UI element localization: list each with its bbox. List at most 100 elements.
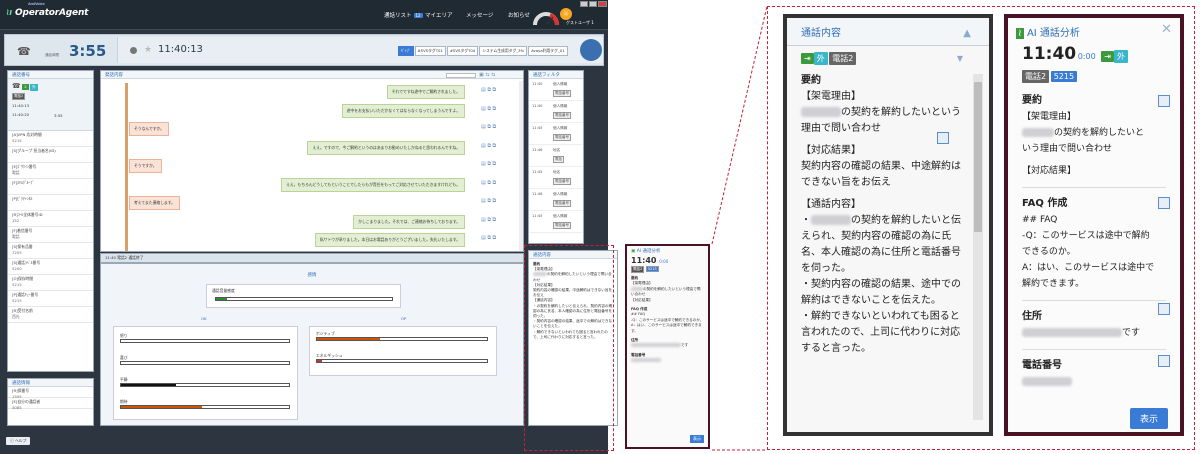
- filter-item[interactable]: 11:45 地名 電話番号: [529, 167, 583, 189]
- close-window-button[interactable]: [598, 1, 607, 7]
- nav-notices[interactable]: お知らせ: [508, 11, 530, 19]
- summary-scrollbar[interactable]: [973, 74, 983, 420]
- emotion-title: 感情: [307, 273, 317, 278]
- copy-faq-icon[interactable]: [1158, 197, 1170, 209]
- copy-summary-icon[interactable]: [1158, 95, 1170, 107]
- emotion-bar: [120, 339, 290, 343]
- record-icon[interactable]: [130, 47, 137, 54]
- op-label: OP: [401, 316, 407, 321]
- star-icon[interactable]: ★: [144, 45, 152, 55]
- field-row: [F]着信番号 電話: [8, 227, 93, 243]
- message-action-icons[interactable]: ▤ ⧉ ⧉: [481, 198, 496, 204]
- tag-item[interactable]: #SVSタグT01: [414, 46, 446, 56]
- minimize-button[interactable]: [580, 1, 588, 7]
- message-action-icons[interactable]: ▤ ⧉ ⧉: [481, 106, 496, 112]
- call-level-bar: [215, 297, 393, 301]
- message-action-icons[interactable]: ▤ ⧉ ⧉: [481, 235, 496, 241]
- ok-label: OK: [201, 316, 207, 321]
- top-bar: ≀ı OperatorAgent AmiVoice 通話リスト 12 マイエリア …: [0, 0, 608, 30]
- start-time: 11:40:13: [12, 103, 30, 108]
- transcript-panel: 発話内容 ▣ ⇆ ⇆ それでですね途中でご解約されました。 ▤ ⧉ ⧉ 途中をお支払…: [100, 70, 524, 252]
- user-name[interactable]: ゲストユーザ 1: [566, 20, 594, 26]
- dropdown-icon[interactable]: ▼: [957, 54, 963, 63]
- detail-row: [E]自分の通話者 4085: [8, 398, 93, 410]
- call-summary-card[interactable]: ☎ 2 外 電話2 11:40:13 3:55 11:40:20: [8, 79, 93, 131]
- customer-message: そうなんですか。: [129, 122, 170, 136]
- detail-row: [R]保番号 1555: [8, 387, 93, 399]
- message-action-icons[interactable]: ▤ ⧉ ⧉: [481, 87, 496, 93]
- caller-badge: 電話2: [1022, 70, 1050, 83]
- call-detail-title: 通話情報: [8, 379, 93, 387]
- emotion-bar: [120, 361, 290, 365]
- transcript-tool-icons[interactable]: ▣ ⇆ ⇆: [479, 72, 495, 78]
- transcript-scrollbar[interactable]: [519, 81, 523, 251]
- filter-item[interactable]: 11:40 個人情報 電話番号: [529, 79, 583, 101]
- zoom-connector: [711, 5, 768, 451]
- field-row: [F]ｽｷﾙｸﾞﾙｰﾌﾟ: [8, 179, 93, 195]
- emotion-right-box: ポジティブ エネルギッシュ: [309, 326, 497, 376]
- help-button[interactable]: ⓘ ヘルプ: [6, 437, 31, 445]
- nav-my-area[interactable]: マイエリア: [425, 11, 452, 19]
- message-action-icons[interactable]: ▤ ⧉ ⧉: [481, 180, 496, 186]
- copy-address-icon[interactable]: [1158, 303, 1170, 315]
- tag-item[interactable]: #SVSタグT04: [446, 46, 479, 56]
- ai-panel-large: ≀ AI 通話分析 ✕ 11:40 0:00 ⇥ 外 電話2 5215 要約 【架電…: [1004, 14, 1184, 436]
- operator-message: ええ。もちろんどうしてもということでしたらもが責任をもってご対応させていただきま…: [281, 177, 465, 192]
- copy-icon[interactable]: [937, 132, 949, 144]
- message-action-icons[interactable]: ▤ ⧉ ⧉: [481, 161, 496, 167]
- customer-message: 考えてまた連絡します。: [129, 196, 181, 210]
- stress-gauge-icon: [533, 12, 559, 26]
- field-row: [S]グループ 担当者名(ID): [8, 147, 93, 163]
- filter-item[interactable]: 11:40 個人情報 電話番号: [529, 101, 583, 123]
- show-button[interactable]: 表示: [1130, 408, 1169, 429]
- call-level-label: 通話音量感度: [212, 288, 235, 293]
- emotion-bar: [316, 359, 488, 363]
- field-row: [R]ｺｰﾙ全体番号ID 152: [8, 211, 93, 227]
- field-row: [P]ﾋﾟｸﾁｬﾝﾈﾙ: [8, 195, 93, 211]
- filter-item[interactable]: 11:46 個人情報 電話番号: [529, 189, 583, 211]
- id-badge: 5215: [1050, 71, 1078, 82]
- summary-large-body: ⇥ 外 電話2 ▼ 要約 【架電理由】 の契約を解約したいという理由で問い合わせ 【…: [801, 52, 963, 354]
- tag-item[interactable]: システム生成用タグ_3%: [479, 46, 528, 56]
- close-icon[interactable]: ✕: [1161, 22, 1172, 37]
- filter-item[interactable]: 11:45 個人情報 電話番号: [529, 211, 583, 233]
- field-row: [S]通話ﾗﾍﾞﾙ番号 5200: [8, 259, 93, 275]
- direction-badge: ⇥: [801, 53, 814, 64]
- weather-sun-icon: ☼: [560, 8, 572, 20]
- tag-item[interactable]: Avaya利用タグ_01: [528, 46, 568, 56]
- emotion-bar: [120, 383, 290, 387]
- elapsed-time: 3:55: [69, 42, 107, 60]
- filter-item[interactable]: 11:45 個人情報 電話番号: [529, 123, 583, 145]
- emotion-bar: [316, 337, 488, 341]
- nav-call-list[interactable]: 通話リスト 12: [384, 11, 423, 19]
- tag-item[interactable]: ｷﾞｬﾌﾞ: [398, 46, 414, 56]
- field-row: [P]通話ｷｭｰ番号 5215: [8, 291, 93, 307]
- copy-phone-icon[interactable]: [1158, 355, 1170, 367]
- customer-message: そうですか。: [129, 159, 162, 173]
- summary-large-title: 通話内容 ▲: [787, 18, 989, 46]
- ai-large-header: 11:40 0:00 ⇥ 外: [1008, 40, 1180, 68]
- call-detail-panel: 通話情報 [R]保番号 1555 [E]自分の通話者 4085: [7, 378, 94, 426]
- voice-wave-icon[interactable]: [580, 39, 602, 61]
- emotion-panel: 感情 通話音量感度 OK OP 怒り 喜び 平静 期待 ポジティブ エネルギッシュ: [100, 263, 524, 426]
- app-window: ≀ı OperatorAgent AmiVoice 通話リスト 12 マイエリア …: [0, 0, 618, 454]
- call-info-title: 通話番号: [8, 71, 93, 79]
- field-row: [E]ｺﾞｻｸｲﾝ番号 電話: [8, 163, 93, 179]
- message-action-icons[interactable]: ▤ ⧉ ⧉: [481, 143, 496, 149]
- message-action-icons[interactable]: ▤ ⧉ ⧉: [481, 124, 496, 130]
- ai-icon: ≀: [1016, 28, 1024, 39]
- maximize-button[interactable]: [589, 1, 597, 7]
- filter-title: 通話フィルタ: [529, 71, 583, 79]
- operator-message: それでですね途中でご解約されました。: [386, 85, 465, 99]
- tag-list: ｷﾞｬﾌﾞ #SVSタグT01 #SVSタグT04 システム生成用タグ_3% Avaya…: [398, 46, 569, 56]
- filter-item[interactable]: 11:46 地名 電話: [529, 145, 583, 167]
- operator-message: 私サトウが承りました。本日はお電話ありがとうございました。失礼いたします。: [314, 233, 465, 247]
- message-action-icons[interactable]: ▤ ⧉ ⧉: [481, 217, 496, 223]
- speaker-timeline: [125, 83, 128, 251]
- call-bar: ☎ 通話時間 3:55 ★ 11:40:13 ｷﾞｬﾌﾞ #SVSタグT01 #SV…: [4, 34, 604, 66]
- emotion-left-box: 怒り 喜び 平静 期待: [113, 326, 298, 420]
- collapse-icon[interactable]: ▲: [963, 28, 971, 39]
- nav-messages[interactable]: メッセージ: [466, 11, 493, 19]
- ai-large-title: ≀ AI 通話分析 ✕: [1016, 22, 1172, 39]
- transcript-search-input[interactable]: [446, 73, 476, 78]
